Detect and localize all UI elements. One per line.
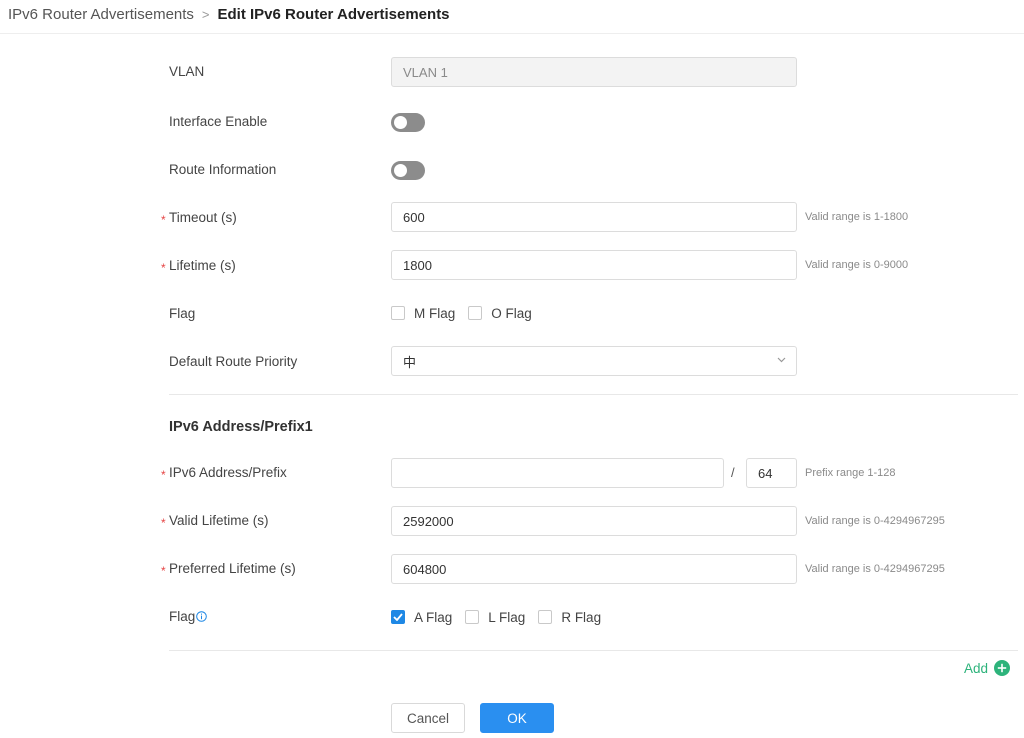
r-flag-checkbox[interactable] bbox=[538, 610, 553, 624]
default-route-priority-label: Default Route Priority bbox=[169, 354, 298, 369]
breadcrumb-parent-link[interactable]: IPv6 Router Advertisements bbox=[8, 6, 194, 23]
required-marker: * bbox=[161, 564, 166, 578]
valid-lifetime-input[interactable]: 2592000 bbox=[391, 506, 797, 536]
preferred-lifetime-hint: Valid range is 0-4294967295 bbox=[805, 563, 945, 575]
required-marker: * bbox=[161, 516, 166, 530]
valid-lifetime-hint: Valid range is 0-4294967295 bbox=[805, 515, 945, 527]
prefix-flag-label-wrap: Flag bbox=[169, 608, 208, 626]
m-flag-label: M Flag bbox=[414, 305, 456, 321]
prefix-section-title: IPv6 Address/Prefix1 bbox=[169, 419, 313, 435]
ok-button[interactable]: OK bbox=[480, 703, 554, 733]
required-marker: * bbox=[161, 213, 166, 227]
info-icon[interactable] bbox=[196, 611, 208, 622]
interface-enable-toggle[interactable] bbox=[391, 113, 425, 132]
a-flag-label: A Flag bbox=[414, 609, 453, 625]
breadcrumb: IPv6 Router Advertisements > Edit IPv6 R… bbox=[8, 4, 450, 24]
section-divider bbox=[169, 394, 1018, 395]
default-route-priority-select[interactable]: 中 bbox=[391, 346, 797, 376]
route-information-label: Route Information bbox=[169, 162, 277, 177]
section-divider bbox=[169, 650, 1018, 651]
m-flag-checkbox[interactable] bbox=[391, 306, 405, 320]
prefix-length-input[interactable]: 64 bbox=[746, 458, 797, 488]
chevron-right-icon: > bbox=[201, 6, 210, 22]
timeout-label: Timeout (s) bbox=[169, 210, 237, 225]
lifetime-hint: Valid range is 0-9000 bbox=[805, 259, 909, 271]
valid-lifetime-label: Valid Lifetime (s) bbox=[169, 513, 269, 528]
vlan-label: VLAN bbox=[169, 64, 205, 79]
interface-enable-label: Interface Enable bbox=[169, 114, 268, 129]
o-flag-checkbox[interactable] bbox=[468, 306, 483, 320]
ipv6-address-input[interactable] bbox=[391, 458, 724, 488]
o-flag-label: O Flag bbox=[491, 305, 532, 321]
add-prefix-button[interactable]: Add bbox=[964, 660, 1011, 676]
required-marker: * bbox=[161, 468, 166, 482]
chevron-down-icon bbox=[777, 357, 786, 363]
prefix-flag-label: Flag bbox=[169, 609, 196, 624]
lifetime-input[interactable]: 1800 bbox=[391, 250, 797, 280]
prefix-flag-checkbox-group: A Flag L Flag R Flag bbox=[391, 608, 614, 626]
preferred-lifetime-label: Preferred Lifetime (s) bbox=[169, 561, 296, 576]
header-divider bbox=[0, 33, 1024, 34]
r-flag-label: R Flag bbox=[561, 609, 602, 625]
l-flag-checkbox[interactable] bbox=[465, 610, 480, 624]
l-flag-label: L Flag bbox=[488, 609, 526, 625]
plus-circle-icon bbox=[994, 660, 1011, 676]
cancel-button[interactable]: Cancel bbox=[391, 703, 465, 733]
add-label: Add bbox=[964, 660, 989, 676]
flag-checkbox-group: M Flag O Flag bbox=[391, 304, 545, 322]
ipv6-address-label: IPv6 Address/Prefix bbox=[169, 465, 287, 480]
flag-label: Flag bbox=[169, 306, 196, 321]
page-title: Edit IPv6 Router Advertisements bbox=[217, 5, 450, 23]
a-flag-checkbox[interactable] bbox=[391, 610, 405, 624]
vlan-field: VLAN 1 bbox=[391, 57, 797, 87]
required-marker: * bbox=[161, 261, 166, 275]
prefix-separator: / bbox=[731, 465, 735, 480]
preferred-lifetime-input[interactable]: 604800 bbox=[391, 554, 797, 584]
timeout-input[interactable]: 600 bbox=[391, 202, 797, 232]
route-information-toggle[interactable] bbox=[391, 161, 425, 180]
default-route-priority-value: 中 bbox=[403, 354, 417, 370]
prefix-hint: Prefix range 1-128 bbox=[805, 467, 896, 479]
timeout-hint: Valid range is 1-1800 bbox=[805, 211, 909, 223]
lifetime-label: Lifetime (s) bbox=[169, 258, 236, 273]
